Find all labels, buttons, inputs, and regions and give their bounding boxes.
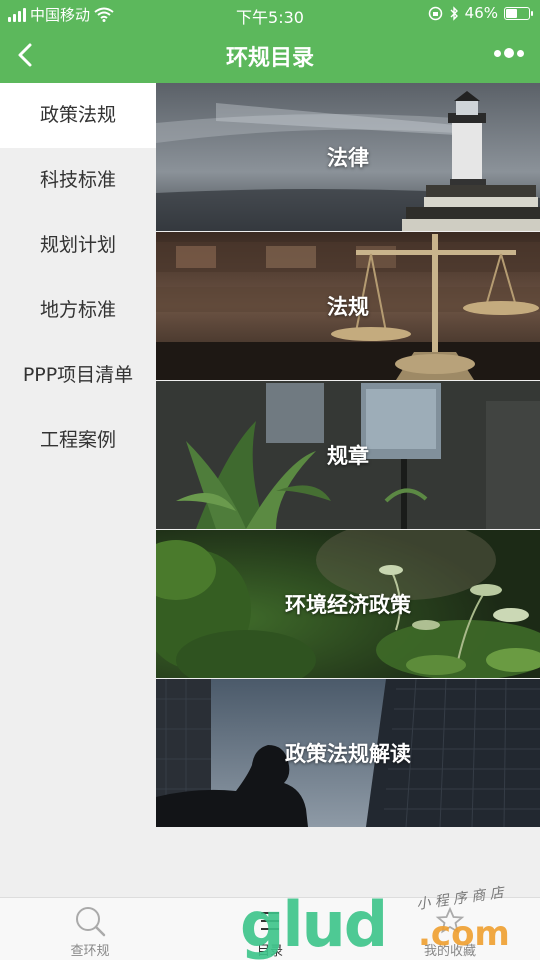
sidebar-item-policy[interactable]: 政策法规 [0, 83, 156, 148]
battery-percent: 46% [464, 4, 498, 22]
card-policy-interpretation-label: 政策法规解读 [285, 742, 411, 766]
card-law[interactable]: 法律 [156, 83, 540, 231]
card-env-economic-policy[interactable]: 环境经济政策 [156, 530, 540, 678]
search-icon [76, 907, 106, 937]
tab-favorites-label: 我的收藏 [423, 944, 476, 959]
orientation-lock-icon [428, 6, 442, 20]
sidebar-item-tech-standards[interactable]: 科技标准 [0, 148, 156, 213]
tab-catalog[interactable]: 目录 [180, 904, 360, 959]
tab-search-label: 查环规 [70, 944, 110, 959]
card-law-label: 法律 [327, 146, 369, 170]
battery-icon [504, 6, 533, 20]
tab-search[interactable]: 查环规 [0, 904, 180, 959]
tab-catalog-label: 目录 [256, 944, 283, 959]
more-menu-icon[interactable] [494, 48, 524, 58]
card-rules-label: 规章 [327, 444, 369, 468]
status-right: 46% [428, 4, 533, 22]
list-icon [261, 912, 279, 930]
sidebar-item-local-standards[interactable]: 地方标准 [0, 278, 156, 343]
tab-bar: 查环规 目录 我的收藏 [0, 897, 540, 960]
category-sidebar: 政策法规 科技标准 规划计划 地方标准 PPP项目清单 工程案例 [0, 83, 156, 897]
card-policy-interpretation[interactable]: 政策法规解读 [156, 679, 540, 827]
card-regulations[interactable]: 法规 [156, 232, 540, 380]
favorite-icon [435, 906, 465, 934]
page-title: 环规目录 [225, 46, 314, 71]
status-bar: 中国移动 下午5:30 46% [0, 0, 540, 28]
sidebar-item-planning[interactable]: 规划计划 [0, 213, 156, 278]
bluetooth-icon [450, 5, 458, 21]
sidebar-item-ppp-list[interactable]: PPP项目清单 [0, 343, 156, 408]
card-rules[interactable]: 规章 [156, 381, 540, 529]
subcategory-list: 法律 法规 规章 环境经济政策 政策法规解读 [156, 83, 540, 828]
tab-favorites[interactable]: 我的收藏 [360, 904, 540, 959]
card-env-economic-policy-label: 环境经济政策 [285, 593, 411, 617]
card-regulations-label: 法规 [327, 295, 369, 319]
sidebar-item-engineering-cases[interactable]: 工程案例 [0, 408, 156, 473]
nav-bar: 环规目录 [0, 28, 540, 83]
